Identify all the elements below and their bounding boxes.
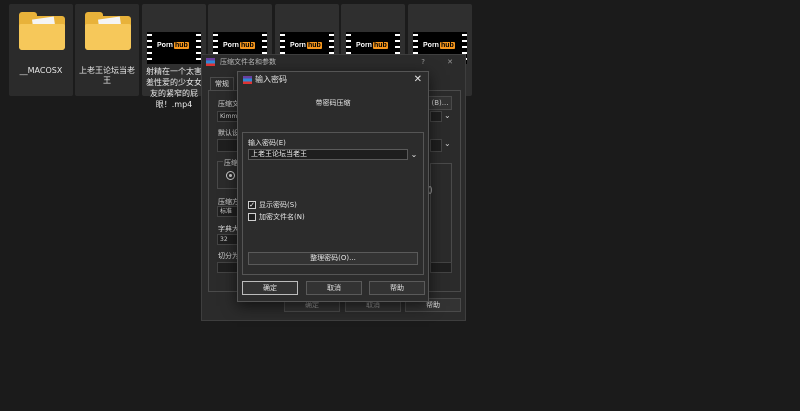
chevron-down-icon[interactable]: ⌄ (444, 111, 451, 120)
split-volumes-label: 切分为 (218, 252, 239, 260)
organize-passwords-button[interactable]: 整理密码(O)... (248, 252, 418, 265)
video-logo: Porn hub (223, 42, 255, 49)
file-tile-folder[interactable]: 上老王论坛当老王 (75, 4, 139, 96)
method-select[interactable]: 标准 (217, 206, 239, 217)
encrypt-names-checkbox[interactable]: 加密文件名(N) (248, 212, 305, 222)
tab-general[interactable]: 常规 (210, 77, 234, 91)
cancel-button[interactable]: 取消 (306, 281, 362, 295)
file-name: 上老王论坛当老王 (79, 66, 135, 85)
folder-icon (85, 12, 131, 50)
dialog-title: 压缩文件名和参数 (220, 58, 276, 66)
options-group (430, 163, 452, 273)
video-logo: Porn hub (356, 42, 388, 49)
file-tile-macosx[interactable]: __MACOSX (9, 4, 73, 96)
format-radio-rar[interactable] (226, 171, 235, 180)
show-password-label: 显示密码(S) (259, 201, 297, 209)
ok-button[interactable]: 确定 (242, 281, 298, 295)
winrar-icon (243, 76, 252, 84)
video-thumbnail: Porn hub (147, 32, 201, 64)
parameters-input[interactable] (430, 262, 452, 273)
close-icon[interactable]: ✕ (414, 72, 422, 88)
video-logo: Porn hub (157, 42, 189, 49)
dialog-heading: 带密码压缩 (315, 99, 351, 107)
default-profile-label: 默认设 (218, 129, 239, 137)
profiles-button[interactable] (217, 139, 239, 152)
dictionary-size-label: 字典大 (218, 225, 239, 233)
title-bar: 压缩文件名和参数 ? ✕ (202, 55, 465, 69)
help-icon[interactable]: ? (421, 55, 425, 69)
chevron-down-icon[interactable]: ⌄ (444, 139, 451, 148)
enter-password-dialog: 输入密码 ✕ 带密码压缩 输入密码(E) 上老王论坛当老王 ⌄ ✓ 显示密码(S… (237, 71, 429, 302)
file-tile-video[interactable]: Porn hub 射精在一个太害羞性爱的少女女友的紧窄的屁眼！.mp4 (142, 4, 206, 109)
video-logo: Porn hub (290, 42, 322, 49)
archive-name-input[interactable]: Kimmi (217, 111, 239, 122)
file-name: __MACOSX (19, 66, 63, 75)
checkbox-checked-icon: ✓ (248, 201, 256, 209)
update-mode-select[interactable] (430, 111, 442, 122)
password-input[interactable]: 上老王论坛当老王 (248, 149, 408, 160)
dialog-title: 输入密码 (255, 75, 287, 84)
split-volumes-input[interactable] (217, 262, 239, 273)
folder-icon (19, 12, 65, 50)
archive-name-label: 压缩文 (218, 100, 239, 108)
encrypt-names-label: 加密文件名(N) (259, 213, 305, 221)
dictionary-size-select[interactable]: 32 (217, 234, 239, 245)
help-button[interactable]: 帮助 (369, 281, 425, 295)
close-icon[interactable]: ✕ (447, 55, 453, 69)
profile-select[interactable] (430, 139, 442, 152)
password-label: 输入密码(E) (248, 139, 286, 147)
video-logo: Porn hub (423, 42, 455, 49)
winrar-icon (206, 58, 215, 66)
chevron-down-icon[interactable]: ⌄ (409, 149, 419, 160)
checkbox-unchecked-icon (248, 213, 256, 221)
file-name: 射精在一个太害羞性爱的少女女友的紧窄的屁眼！.mp4 (146, 67, 202, 109)
browse-button[interactable]: (B)... (428, 96, 452, 110)
title-bar: 输入密码 ✕ (238, 72, 428, 88)
show-password-checkbox[interactable]: ✓ 显示密码(S) (248, 200, 297, 210)
